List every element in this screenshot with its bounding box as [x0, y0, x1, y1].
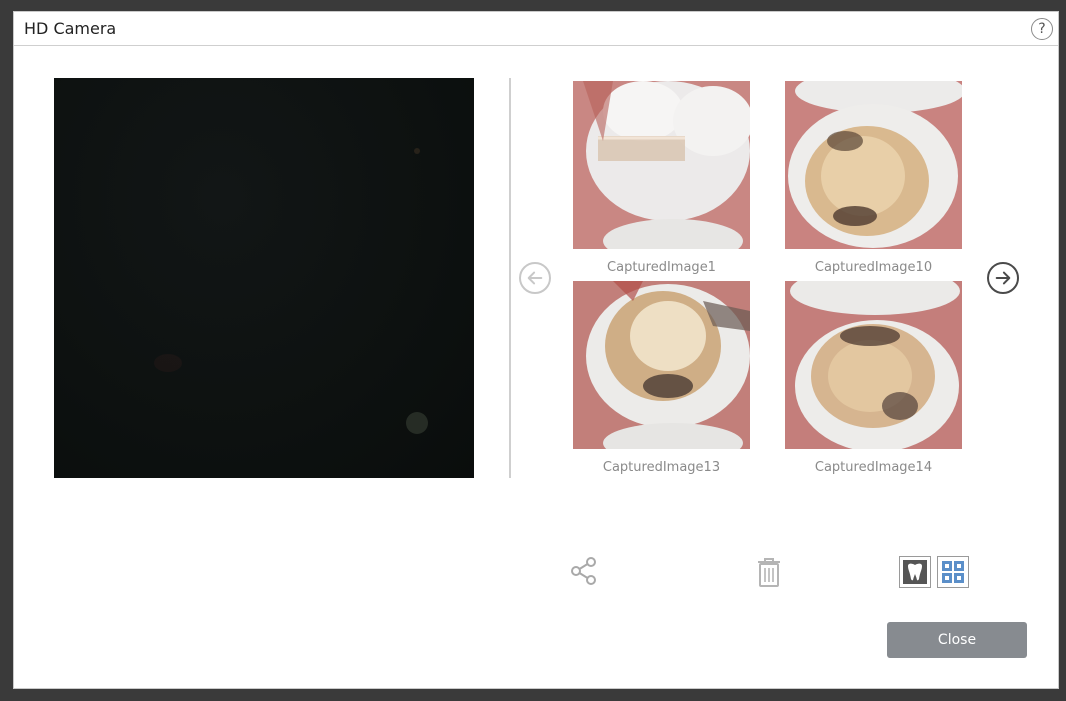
thumbnail-captured-image-10[interactable]: CapturedImage10: [785, 81, 962, 275]
thumbnail-caption: CapturedImage10: [814, 260, 933, 275]
share-button[interactable]: [569, 556, 599, 586]
help-button[interactable]: ?: [1031, 18, 1053, 40]
thumbnail-image: [573, 81, 750, 249]
thumbnail-captured-image-1[interactable]: CapturedImage1: [573, 81, 750, 275]
thumbnail-image: [573, 281, 750, 449]
preview-speck: [154, 354, 182, 372]
single-view-button[interactable]: [899, 556, 931, 588]
previous-page-button[interactable]: [519, 262, 551, 294]
camera-live-preview: [54, 78, 474, 478]
thumbnail-caption: CapturedImage1: [607, 260, 716, 275]
thumbnail-caption: CapturedImage14: [814, 460, 933, 475]
title-bar: HD Camera ?: [14, 12, 1058, 46]
thumbnail-image: [785, 81, 962, 249]
preview-speck: [406, 412, 428, 434]
panel-divider: [509, 78, 511, 478]
delete-button[interactable]: [754, 556, 784, 588]
tooth-icon: [903, 560, 927, 584]
close-button[interactable]: Close: [887, 622, 1027, 658]
window-title: HD Camera: [24, 19, 117, 38]
thumbnail-captured-image-14[interactable]: CapturedImage14: [785, 281, 962, 475]
next-page-button[interactable]: [987, 262, 1019, 294]
thumbnail-image: [785, 281, 962, 449]
arrow-right-icon: [995, 271, 1011, 285]
preview-speck: [414, 148, 420, 154]
grid-view-button[interactable]: [937, 556, 969, 588]
thumbnail-caption: CapturedImage13: [602, 460, 721, 475]
grid-icon: [942, 561, 964, 583]
share-icon: [571, 557, 596, 585]
thumbnail-captured-image-13[interactable]: CapturedImage13: [573, 281, 750, 475]
hd-camera-dialog: HD Camera ? CapturedImage1 CapturedImage…: [13, 11, 1059, 689]
trash-icon: [758, 558, 780, 587]
arrow-left-icon: [527, 271, 543, 285]
